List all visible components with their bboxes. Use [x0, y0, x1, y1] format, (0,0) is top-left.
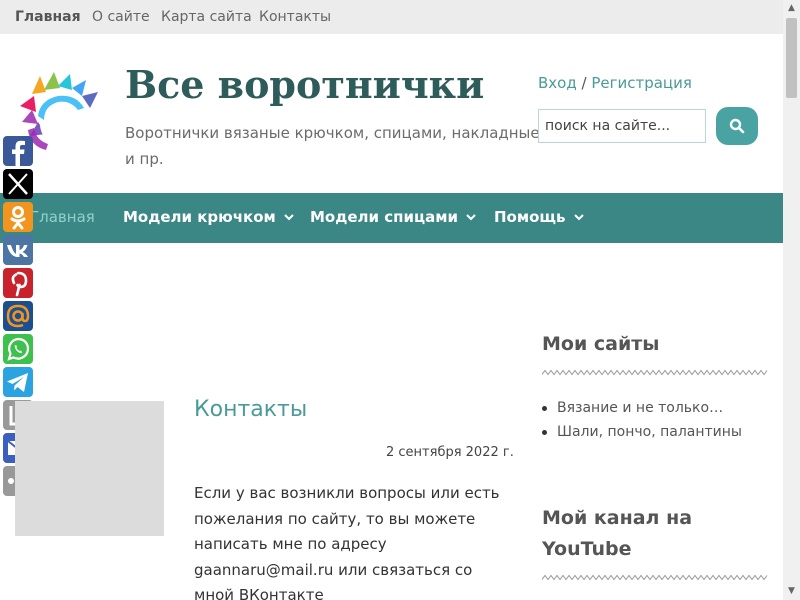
whatsapp-icon: [7, 337, 30, 361]
nav-item-label: Модели спицами: [310, 208, 459, 226]
page-scrollbar[interactable]: ▲ ▼: [783, 0, 800, 600]
top-menu-home[interactable]: Главная: [15, 9, 81, 25]
post-thumbnail[interactable]: [15, 401, 164, 536]
nav-item-label: Помощь: [494, 208, 566, 226]
share-odnoklassniki-button[interactable]: [3, 202, 33, 232]
share-mail-ru-button[interactable]: [3, 301, 33, 331]
login-link[interactable]: Вход: [538, 74, 577, 92]
zigzag-divider: [542, 574, 768, 581]
post-text-line: пожелания по сайту, то вы можете: [194, 509, 476, 528]
post-text-line: мной ВКонтакте: [194, 586, 324, 600]
widget-title-youtube: Мой канал на YouTube: [542, 503, 692, 565]
share-pinterest-button[interactable]: [3, 268, 33, 298]
auth-links: Вход / Регистрация: [538, 74, 692, 92]
vkontakte-icon: [7, 245, 28, 257]
mail-ru-icon: [6, 304, 30, 328]
site-description: Воротнички вязаные крючком, спицами, нак…: [125, 124, 540, 168]
nav-item-label: Модели крючком: [123, 208, 276, 226]
facebook-icon: [12, 140, 25, 166]
widget-title-my-sites: Мои сайты: [542, 333, 660, 355]
post-date: 2 сентября 2022 г.: [386, 445, 514, 460]
post-content: Если у вас возникли вопросы или есть пож…: [194, 481, 514, 600]
nav-item-knitting[interactable]: Модели спицами: [310, 208, 476, 226]
scroll-down-arrow-icon[interactable]: ▼: [783, 583, 800, 600]
pinterest-icon: [11, 271, 28, 297]
chevron-down-icon: [284, 214, 294, 221]
top-menu-contacts[interactable]: Контакты: [259, 9, 331, 25]
register-link[interactable]: Регистрация: [591, 74, 692, 92]
widget-title-line: YouTube: [542, 538, 632, 560]
list-item[interactable]: Шали, пончо, палантины: [542, 420, 742, 444]
telegram-icon: [7, 373, 28, 392]
post-text-line: Если у вас возникли вопросы или есть: [194, 484, 500, 502]
chevron-down-icon: [466, 214, 476, 221]
share-facebook-button[interactable]: [3, 136, 33, 166]
my-sites-list: Вязание и не только… Шали, пончо, палант…: [542, 396, 742, 444]
share-x-button[interactable]: [3, 169, 33, 199]
nav-item-home[interactable]: Главная: [30, 208, 95, 226]
top-menu-sitemap[interactable]: Карта сайта: [161, 9, 252, 25]
top-menu-bar: Главная О сайте Карта сайта Контакты: [0, 0, 783, 34]
nav-item-crochet[interactable]: Модели крючком: [123, 208, 294, 226]
share-telegram-button[interactable]: [3, 367, 33, 397]
share-vkontakte-button[interactable]: [3, 235, 33, 265]
post-text-line: gaannaru@mail.ru или связаться со: [194, 560, 473, 579]
post-text-line: написать мне по адресу: [194, 535, 387, 553]
x-icon: [8, 173, 28, 195]
search-input[interactable]: [538, 109, 706, 143]
auth-separator: /: [576, 74, 592, 92]
list-item[interactable]: Вязание и не только…: [542, 396, 742, 420]
chevron-down-icon: [573, 214, 584, 221]
post-title[interactable]: Контакты: [194, 397, 307, 422]
site-title[interactable]: Все воротнички: [125, 62, 484, 107]
search-button[interactable]: [716, 107, 758, 145]
nav-item-help[interactable]: Помощь: [494, 208, 584, 226]
main-nav: Главная Модели крючком Модели спицами По…: [0, 193, 783, 243]
top-menu-about[interactable]: О сайте: [92, 9, 150, 25]
scroll-thumb[interactable]: [786, 18, 797, 98]
widget-title-line: Мой канал на: [542, 507, 693, 529]
scroll-up-arrow-icon[interactable]: ▲: [783, 0, 800, 17]
odnoklassniki-icon: [10, 206, 26, 230]
search-icon: [729, 118, 745, 134]
share-whatsapp-button[interactable]: [3, 334, 33, 364]
nav-item-label: Главная: [30, 208, 95, 226]
zigzag-divider: [542, 369, 768, 376]
